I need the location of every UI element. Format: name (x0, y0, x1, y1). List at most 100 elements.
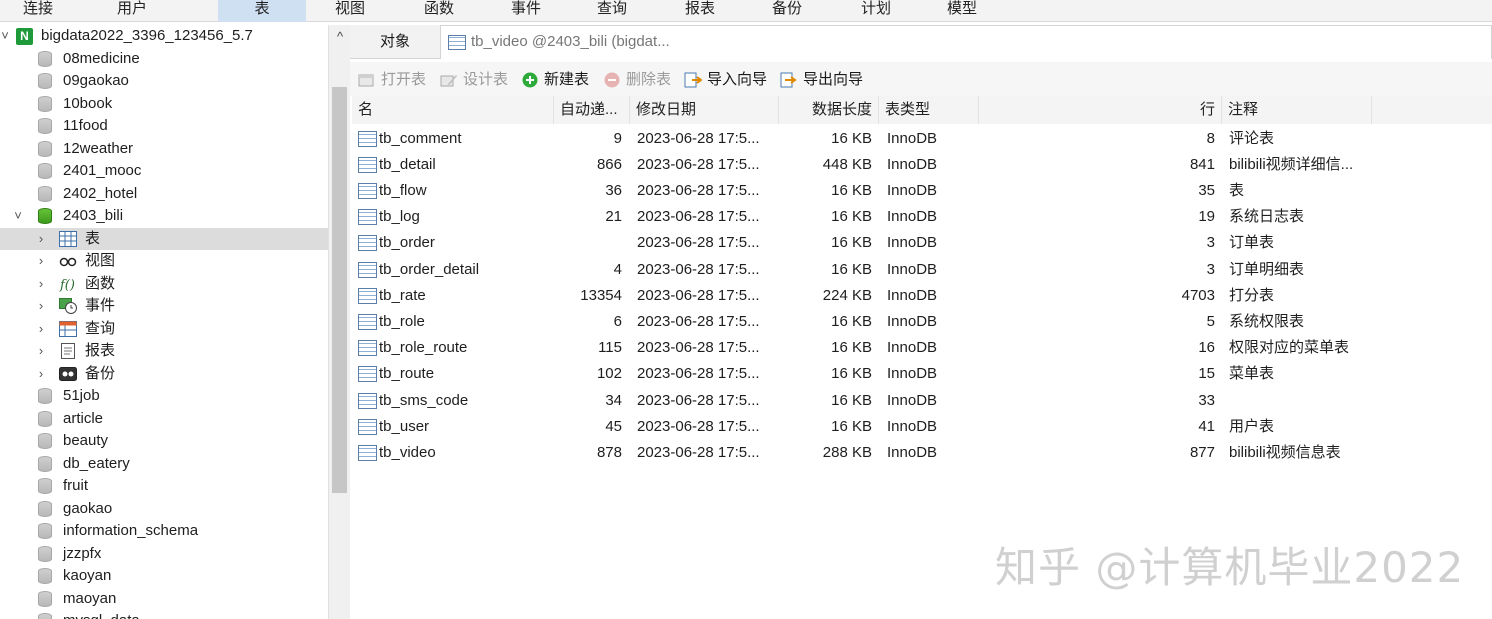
tree-database[interactable]: 11food (0, 115, 328, 138)
tree-database[interactable]: gaokao (0, 498, 328, 521)
col-datalen-header[interactable]: 数据长度 (779, 96, 879, 124)
tree-database[interactable]: 51job (0, 385, 328, 408)
menu-item[interactable]: 备份 (743, 0, 831, 22)
col-autoinc-header[interactable]: 自动递... (554, 96, 630, 124)
menu-item[interactable]: 函数 (395, 0, 483, 22)
cell-modified: 2023-06-28 17:5... (637, 312, 760, 330)
col-name-header[interactable]: 名 (352, 96, 554, 124)
cell-modified: 2023-06-28 17:5... (637, 181, 760, 199)
cell-auto-inc: 34 (605, 391, 622, 409)
menu-item[interactable]: 模型 (918, 0, 1006, 22)
tree-database[interactable]: 10book (0, 93, 328, 116)
table-row[interactable]: tb_detail 866 2023-06-28 17:5... 448 KB Inno… (352, 152, 1492, 178)
tree-item-label: beauty (63, 432, 109, 449)
tree-item-query[interactable]: › 查询 (0, 318, 328, 341)
cell-data-length: 288 KB (822, 443, 872, 461)
tree-connection[interactable]: ˅ Nbigdata2022_3396_123456_5.7 (0, 25, 328, 48)
cell-data-length: 16 KB (831, 260, 872, 278)
table-row[interactable]: tb_sms_code 34 2023-06-28 17:5... 16 KB Inno… (352, 388, 1492, 414)
database-icon (38, 140, 55, 157)
tab-table-video[interactable]: tb_video @2403_bili (bigdat... (440, 25, 1492, 59)
tree-item-backup[interactable]: › 备份 (0, 363, 328, 386)
tree-database[interactable]: information_schema (0, 520, 328, 543)
tree-scrollbar[interactable]: ^ (328, 25, 350, 619)
cell-name: tb_sms_code (379, 391, 469, 409)
table-row[interactable]: tb_role_route 115 2023-06-28 17:5... 16 KB I… (352, 335, 1492, 361)
menu-item[interactable]: 事件 (482, 0, 570, 22)
table-row[interactable]: tb_role 6 2023-06-28 17:5... 16 KB InnoDB 5 系统… (352, 309, 1492, 335)
tree-item-event[interactable]: › 事件 (0, 295, 328, 318)
tree-database[interactable]: beauty (0, 430, 328, 453)
database-icon (38, 500, 55, 517)
cell-data-length: 16 KB (831, 181, 872, 199)
col-modified-header[interactable]: 修改日期 (630, 96, 779, 124)
cell-modified: 2023-06-28 17:5... (637, 155, 760, 173)
menu-item[interactable]: 计划 (832, 0, 920, 22)
menu-item[interactable]: 视图 (306, 0, 394, 22)
col-engine-header[interactable]: 表类型 (879, 96, 979, 124)
cell-auto-inc: 878 (596, 443, 622, 461)
table-row[interactable]: tb_user 45 2023-06-28 17:5... 16 KB InnoDB 41… (352, 414, 1492, 440)
tree-database[interactable]: jzzpfx (0, 543, 328, 566)
chevron-down-icon[interactable]: ˅ (11, 205, 25, 227)
tree-database[interactable]: maoyan (0, 588, 328, 611)
menu-item[interactable]: 连接 (0, 0, 76, 22)
report-icon (59, 343, 76, 359)
cell-engine: InnoDB (887, 181, 938, 199)
cell-comment: 系统日志表 (1229, 208, 1305, 226)
col-rows-header[interactable]: 行 (979, 96, 1222, 124)
chevron-right-icon[interactable]: › (34, 273, 48, 295)
new-table-label: 新建表 (544, 71, 590, 88)
tree-item-table[interactable]: › 表 (0, 227, 328, 250)
tree-item-view[interactable]: › 视图 (0, 250, 328, 273)
table-row[interactable]: tb_order_detail 4 2023-06-28 17:5... 16 KB I… (352, 257, 1492, 283)
table-row[interactable]: tb_route 102 2023-06-28 17:5... 16 KB InnoDB… (352, 361, 1492, 387)
cell-auto-inc: 102 (596, 365, 622, 383)
chevron-right-icon[interactable]: › (34, 363, 48, 385)
tree-database-open[interactable]: ˅ 2403_bili (0, 205, 328, 228)
cell-engine: InnoDB (887, 365, 938, 383)
col-comment-header[interactable]: 注释 (1222, 96, 1372, 124)
scrollbar-thumb[interactable] (332, 87, 347, 493)
tree-item-report[interactable]: › 报表 (0, 340, 328, 363)
tree-database[interactable]: 2401_mooc (0, 160, 328, 183)
table-row[interactable]: tb_rate 13354 2023-06-28 17:5... 224 KB Inno… (352, 283, 1492, 309)
chevron-right-icon[interactable]: › (34, 228, 48, 250)
table-row[interactable]: tb_flow 36 2023-06-28 17:5... 16 KB InnoDB 35… (352, 178, 1492, 204)
tree-database[interactable]: 12weather (0, 138, 328, 161)
table-row[interactable]: tb_comment 9 2023-06-28 17:5... 16 KB InnoDB… (352, 126, 1492, 152)
chevron-right-icon[interactable]: › (34, 340, 48, 362)
table-row[interactable]: tb_log 21 2023-06-28 17:5... 16 KB InnoDB 19 系… (352, 204, 1492, 230)
tree-database[interactable]: 2402_hotel (0, 183, 328, 206)
tree-item-label: bigdata2022_3396_123456_5.7 (41, 27, 253, 44)
menu-item[interactable]: 查询 (568, 0, 656, 22)
tree-database[interactable]: 08medicine (0, 48, 328, 71)
tree-database[interactable]: mysql_data (0, 610, 328, 619)
tree-database[interactable]: fruit (0, 475, 328, 498)
tree-item-label: 12weather (63, 139, 134, 157)
chevron-right-icon[interactable]: › (34, 250, 48, 272)
tree-item-label: 10book (63, 94, 113, 112)
chevron-right-icon[interactable]: › (34, 318, 48, 340)
tab-objects[interactable]: 对象 (350, 25, 440, 58)
tree-item-label: 函数 (85, 274, 116, 292)
table-row[interactable]: tb_order 2023-06-28 17:5... 16 KB InnoDB 3 订单… (352, 230, 1492, 256)
table-row[interactable]: tb_video 878 2023-06-28 17:5... 288 KB InnoD… (352, 440, 1492, 466)
watermark: 知乎 @计算机毕业2022 (995, 543, 1465, 592)
cell-comment: 权限对应的菜单表 (1229, 339, 1350, 357)
menu-item[interactable]: 用户 (88, 0, 176, 22)
menu-item[interactable]: 表 (218, 0, 306, 22)
tree-database[interactable]: db_eatery (0, 453, 328, 476)
tree-database[interactable]: 09gaokao (0, 70, 328, 93)
cell-data-length: 224 KB (822, 286, 872, 304)
tree-item-function[interactable]: › f() 函数 (0, 273, 328, 296)
tree-database[interactable]: kaoyan (0, 565, 328, 588)
table-icon (358, 130, 377, 147)
chevron-right-icon[interactable]: › (34, 295, 48, 317)
chevron-down-icon[interactable]: ˅ (0, 25, 12, 47)
scroll-up-icon[interactable]: ^ (329, 29, 351, 44)
menu-item[interactable]: 报表 (656, 0, 744, 22)
tree-database[interactable]: article (0, 408, 328, 431)
table-icon (358, 392, 377, 409)
cell-modified: 2023-06-28 17:5... (637, 365, 760, 383)
